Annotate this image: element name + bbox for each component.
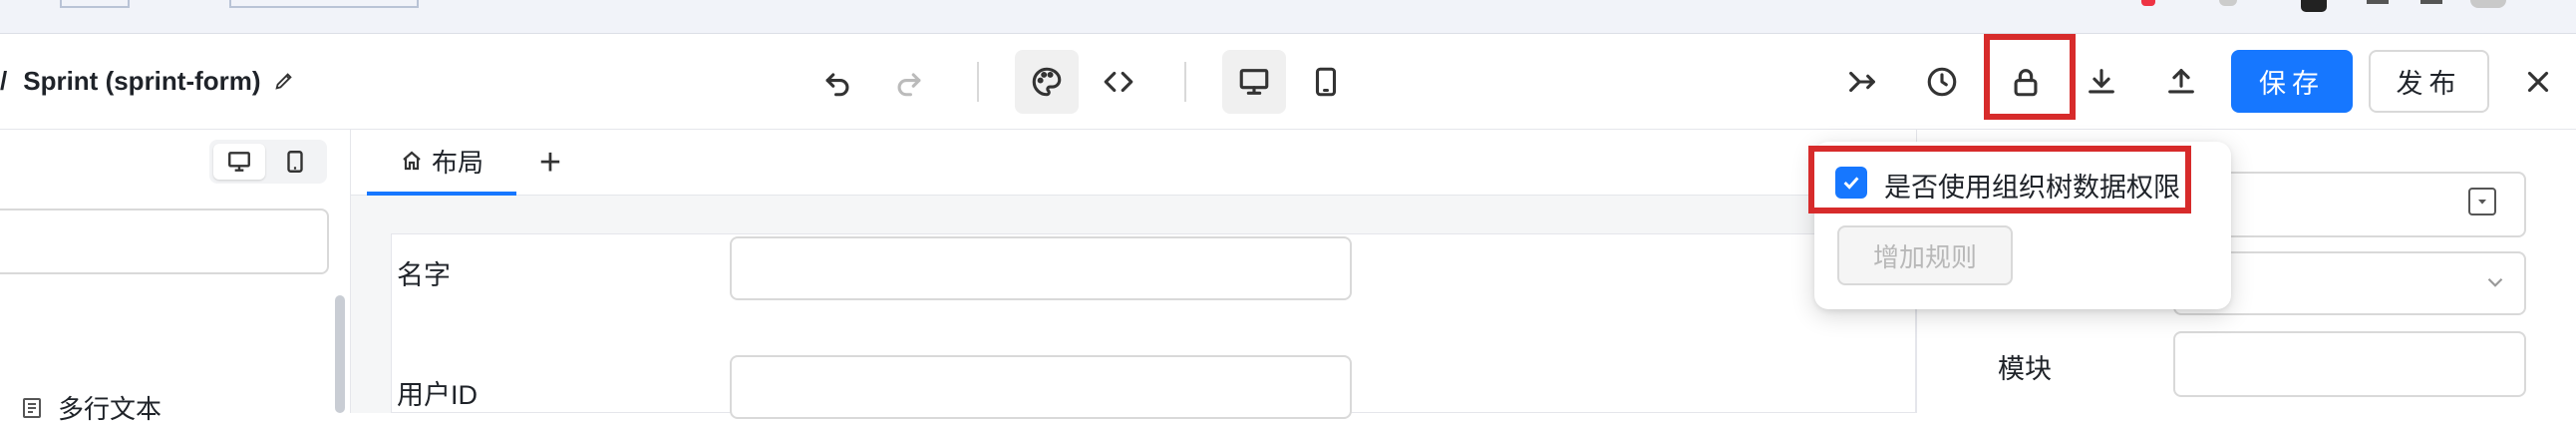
component-item-label: 多行文本: [58, 394, 162, 424]
highlight-box-checkbox: [1808, 146, 2191, 213]
code-icon: [1104, 71, 1133, 93]
tab-label: 布局: [431, 147, 483, 178]
component-search-input[interactable]: [0, 209, 329, 274]
save-button[interactable]: 保存: [2231, 50, 2353, 113]
undo-icon: [825, 73, 849, 97]
undo-button[interactable]: [805, 50, 869, 114]
field-label-user-id: 用户ID: [397, 380, 478, 410]
user-id-input[interactable]: [730, 355, 1352, 419]
mobile-view-button[interactable]: [1294, 50, 1358, 114]
panel-mobile-option[interactable]: [269, 144, 321, 180]
browser-profile-avatar[interactable]: [2470, 0, 2506, 8]
close-icon: [2527, 71, 2549, 93]
browser-tab-strip: [0, 0, 2576, 34]
code-button[interactable]: [1087, 50, 1150, 114]
desktop-icon: [1239, 69, 1269, 95]
panel-desktop-option[interactable]: [213, 144, 265, 180]
publish-button[interactable]: 发布: [2369, 50, 2489, 113]
browser-sidebar-icon[interactable]: [2367, 0, 2389, 4]
highlight-box-lock: [1984, 34, 2076, 120]
chevron-down-icon: [2482, 269, 2508, 300]
breadcrumb: / Sprint (sprint-form): [0, 66, 295, 96]
field-label-name: 名字: [397, 260, 451, 290]
clock-icon: [1927, 67, 1957, 97]
home-icon: [403, 151, 421, 171]
palette-icon: [1032, 67, 1062, 97]
toolbar-divider: [977, 62, 979, 102]
browser-extension-icon[interactable]: [2141, 0, 2155, 6]
component-item-textarea[interactable]: 多行文本: [20, 389, 161, 426]
download-icon: [2089, 69, 2114, 94]
browser-extension-icon[interactable]: [2301, 0, 2327, 12]
upload-button[interactable]: [2149, 50, 2213, 114]
theme-button[interactable]: [1015, 50, 1079, 114]
browser-extension-icon[interactable]: [2219, 0, 2237, 6]
textarea-icon: [23, 397, 41, 418]
tab-layout[interactable]: 布局: [367, 130, 516, 196]
close-button[interactable]: [2506, 50, 2570, 114]
module-input[interactable]: [2173, 331, 2526, 397]
redo-icon: [897, 73, 921, 97]
browser-tab-fragment: [229, 0, 419, 8]
module-label: 模块: [1998, 354, 2052, 384]
edit-title-icon[interactable]: [273, 70, 295, 92]
history-button[interactable]: [1910, 50, 1974, 114]
canvas-tabs: 布局 +: [351, 130, 1916, 196]
component-panel-scrollbar[interactable]: [335, 295, 345, 413]
merge-button[interactable]: [1830, 50, 1894, 114]
mobile-icon: [1315, 67, 1337, 97]
download-button[interactable]: [2070, 50, 2133, 114]
add-tab-button[interactable]: +: [520, 130, 580, 196]
merge-icon: [1849, 71, 1875, 93]
add-rule-button: 增加规则: [1837, 225, 2013, 285]
desktop-icon: [228, 152, 250, 172]
redo-button[interactable]: [877, 50, 941, 114]
mobile-icon: [287, 151, 303, 173]
name-input[interactable]: [730, 236, 1352, 300]
breadcrumb-separator: /: [0, 65, 8, 96]
panel-device-toggle: [209, 140, 327, 184]
form-title: Sprint (sprint-form): [23, 65, 261, 96]
upload-icon: [2168, 69, 2194, 94]
desktop-view-button[interactable]: [1222, 50, 1286, 114]
dropdown-box-icon[interactable]: [2468, 188, 2496, 215]
toolbar-divider: [1184, 62, 1186, 102]
browser-menu-icon[interactable]: [2420, 0, 2442, 4]
browser-tab-fragment: [60, 0, 130, 8]
